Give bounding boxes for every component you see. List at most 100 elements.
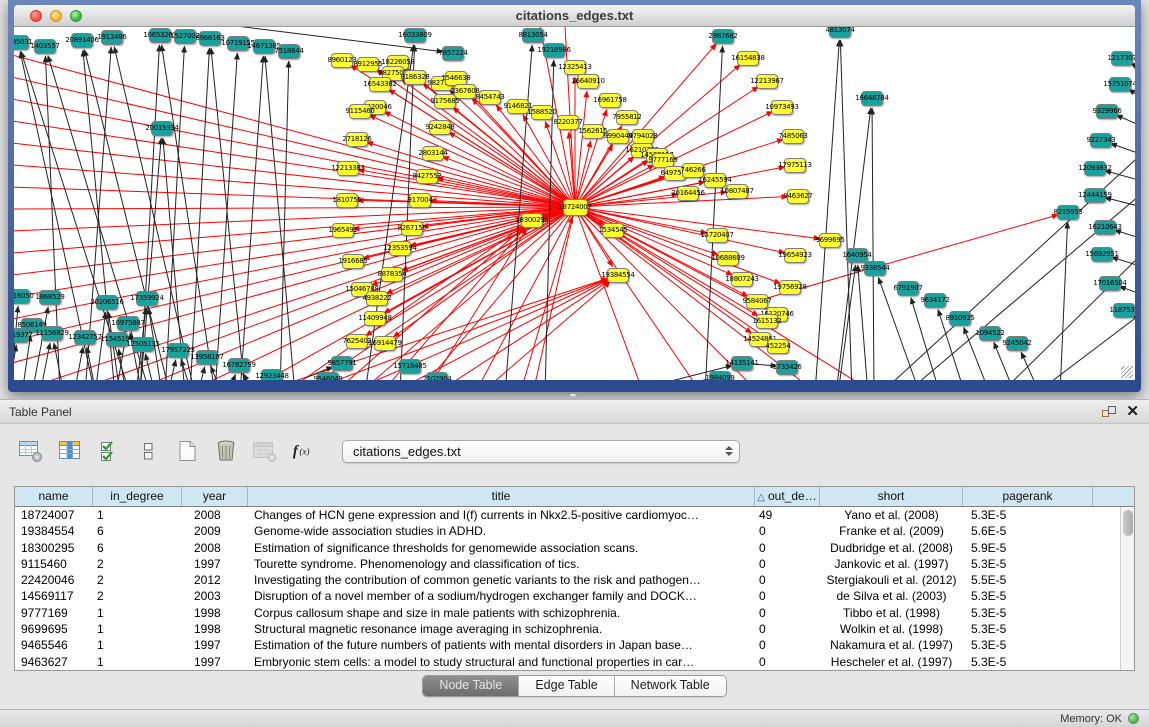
graph-node[interactable]: 4813074 bbox=[829, 27, 851, 38]
graph-node[interactable]: 1187533 bbox=[1113, 303, 1135, 318]
graph-node[interactable]: 12505135 bbox=[132, 337, 154, 352]
graph-node[interactable]: 9990444 bbox=[607, 129, 629, 144]
graph-node[interactable]: 8215953 bbox=[1057, 205, 1079, 220]
graph-node[interactable]: 7625402 bbox=[346, 334, 368, 349]
column-header-pagerank[interactable]: pagerank bbox=[963, 487, 1093, 506]
graph-node[interactable]: 16154838 bbox=[737, 51, 759, 66]
memory-status-icon[interactable] bbox=[1128, 713, 1139, 724]
graph-node[interactable]: 19218986 bbox=[543, 43, 565, 58]
graph-node[interactable]: 18300295 bbox=[521, 213, 543, 228]
graph-node[interactable]: 8427552 bbox=[416, 169, 438, 184]
graph-node[interactable]: 9634172 bbox=[924, 293, 946, 308]
tab-node-table[interactable]: Node Table bbox=[423, 676, 519, 696]
delete-columns-icon[interactable] bbox=[213, 438, 239, 464]
graph-node[interactable]: 2616050 bbox=[14, 289, 30, 304]
graph-node[interactable]: 10975887 bbox=[117, 316, 139, 331]
graph-node[interactable]: 1640954 bbox=[846, 248, 868, 263]
graph-node[interactable]: 10719155 bbox=[227, 36, 249, 51]
column-header-short[interactable]: short bbox=[820, 487, 963, 506]
graph-node[interactable]: 1733426 bbox=[776, 360, 798, 375]
graph-node[interactable]: 9695031 bbox=[14, 35, 29, 50]
graph-node[interactable]: 12923448 bbox=[261, 369, 283, 381]
graph-node[interactable]: 8960123 bbox=[331, 53, 353, 68]
graph-node[interactable]: 3919377 bbox=[14, 328, 29, 343]
table-row[interactable]: 1830029562008Estimation of significance … bbox=[15, 540, 1120, 556]
graph-node[interactable]: 2718126 bbox=[346, 132, 368, 147]
graph-node[interactable]: 16914479 bbox=[374, 336, 396, 351]
table-row[interactable]: 946554611997Estimation of the future num… bbox=[15, 637, 1120, 653]
graph-node[interactable]: 1403557 bbox=[34, 39, 56, 54]
graph-node[interactable]: 9794028 bbox=[632, 129, 654, 144]
graph-node[interactable]: 6791907 bbox=[897, 281, 919, 296]
panel-splitter[interactable] bbox=[0, 392, 1149, 399]
graph-node[interactable]: 9584067 bbox=[746, 294, 768, 309]
graph-node[interactable]: 7485063 bbox=[782, 129, 804, 144]
graph-node[interactable]: 1534545 bbox=[602, 223, 624, 238]
column-header-name[interactable]: name bbox=[15, 487, 93, 506]
tab-edge-table[interactable]: Edge Table bbox=[519, 676, 614, 696]
graph-node[interactable]: 15718485 bbox=[399, 359, 421, 374]
function-builder-icon[interactable]: f(x) bbox=[291, 438, 317, 464]
graph-node[interactable]: 17975113 bbox=[784, 158, 806, 173]
graph-node[interactable]: 11409948 bbox=[364, 311, 386, 326]
graph-node[interactable]: 16245594 bbox=[704, 173, 726, 188]
graph-node[interactable]: 8267150 bbox=[401, 221, 423, 236]
table-row[interactable]: 1872400712008Changes of HCN gene express… bbox=[15, 507, 1120, 523]
graph-node[interactable]: 1916685 bbox=[342, 254, 364, 269]
table-row[interactable]: 977716911998Corpus callosum shape and si… bbox=[15, 605, 1120, 621]
graph-node[interactable]: 10807487 bbox=[726, 184, 748, 199]
float-panel-icon[interactable] bbox=[1102, 406, 1116, 419]
graph-node[interactable]: 14671385 bbox=[253, 39, 275, 54]
table-row[interactable]: 969969511998Structural magnetic resonanc… bbox=[15, 621, 1120, 637]
scrollbar-thumb[interactable] bbox=[1123, 510, 1133, 536]
graph-node[interactable]: 10653267 bbox=[149, 28, 171, 43]
graph-node[interactable]: 10973493 bbox=[771, 100, 793, 115]
graph-node[interactable]: 1965492 bbox=[332, 223, 354, 238]
graph-node[interactable]: 16210643 bbox=[1094, 220, 1116, 235]
graph-node[interactable]: 17016504 bbox=[1099, 276, 1121, 291]
graph-node[interactable]: 8454743 bbox=[479, 90, 501, 105]
graph-node[interactable]: 1562615 bbox=[582, 124, 604, 139]
column-header-year[interactable]: year bbox=[182, 487, 248, 506]
graph-node[interactable]: 2987682 bbox=[712, 29, 734, 44]
graph-node[interactable]: 20891406 bbox=[71, 33, 93, 48]
select-columns-icon[interactable] bbox=[96, 438, 122, 464]
graph-node[interactable]: 1868529 bbox=[39, 290, 61, 305]
graph-node[interactable]: 18807243 bbox=[731, 272, 753, 287]
graph-node[interactable]: 17957223 bbox=[167, 343, 189, 358]
graph-node[interactable]: 16640910 bbox=[577, 74, 599, 89]
column-header-out_de[interactable]: △out_de… bbox=[755, 487, 820, 506]
graph-node[interactable]: 9699695 bbox=[819, 233, 841, 248]
graph-node[interactable]: 7857224 bbox=[442, 46, 464, 61]
graph-node[interactable]: 18724007 bbox=[563, 199, 588, 216]
graph-node[interactable]: 15751074 bbox=[1109, 77, 1131, 92]
table-row[interactable]: 2242004622012Investigating the contribut… bbox=[15, 572, 1120, 588]
table-row[interactable]: 1456911722003Disruption of a novel membe… bbox=[15, 588, 1120, 604]
resize-grip-icon[interactable] bbox=[1121, 366, 1133, 378]
graph-node[interactable]: 7518644 bbox=[278, 44, 300, 59]
graph-node[interactable]: 1810755 bbox=[336, 193, 358, 208]
network-canvas[interactable]: 9695031 1403557 20891406 1913486 10653267152… bbox=[14, 27, 1135, 380]
table-settings-icon[interactable] bbox=[18, 438, 44, 464]
table-row[interactable]: 1938455462009Genome-wide association stu… bbox=[15, 523, 1120, 539]
graph-node[interactable]: 16033809 bbox=[404, 28, 426, 43]
graph-node[interactable]: 9245042 bbox=[1006, 336, 1028, 351]
graph-node[interactable]: 15692951 bbox=[1091, 247, 1113, 262]
column-header-title[interactable]: title bbox=[248, 487, 755, 506]
graph-node[interactable]: 12213383 bbox=[337, 161, 359, 176]
graph-node[interactable]: 1913486 bbox=[101, 30, 123, 45]
graph-node[interactable]: 12444159 bbox=[1084, 188, 1106, 203]
graph-node[interactable]: 11545194 bbox=[106, 332, 128, 347]
graph-node[interactable]: 9242848 bbox=[429, 120, 451, 135]
graph-node[interactable]: 8910925 bbox=[949, 311, 971, 326]
graph-node[interactable]: 1527002 bbox=[174, 29, 196, 44]
graph-node[interactable]: 9338544 bbox=[864, 261, 886, 276]
graph-node[interactable]: 917004 bbox=[409, 193, 431, 208]
graph-node[interactable]: 12325413 bbox=[564, 60, 586, 75]
graph-node[interactable]: 9115460 bbox=[349, 104, 371, 119]
unselect-columns-icon[interactable] bbox=[135, 438, 161, 464]
graph-node[interactable]: 19384554 bbox=[607, 268, 629, 283]
graph-node[interactable]: 1984099 bbox=[709, 371, 731, 381]
graph-node[interactable]: 9146821 bbox=[507, 99, 529, 114]
graph-node[interactable]: 12342757 bbox=[74, 330, 96, 345]
